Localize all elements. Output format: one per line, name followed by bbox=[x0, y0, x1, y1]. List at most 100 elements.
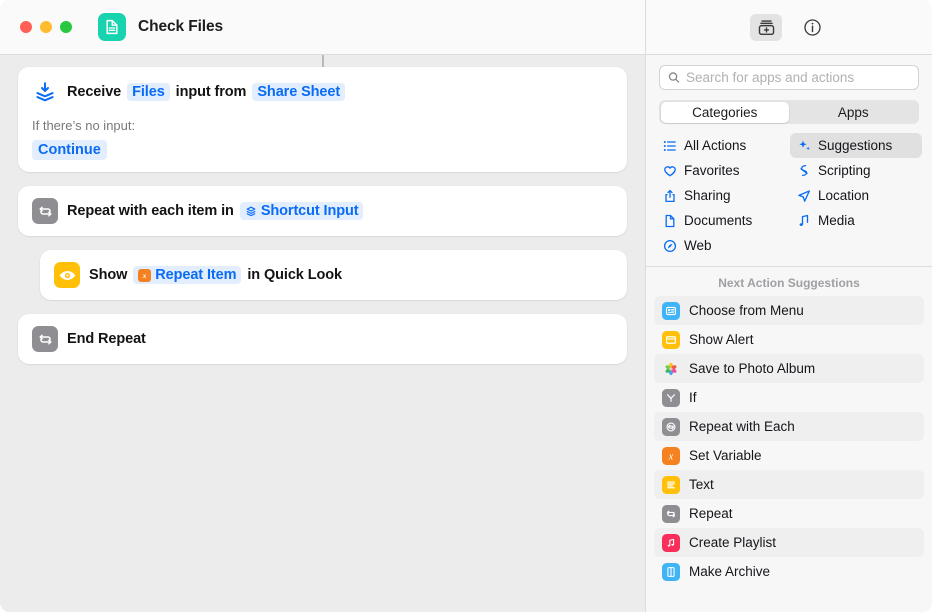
suggestion-label: Create Playlist bbox=[689, 535, 776, 550]
sidebar-item-documents[interactable]: Documents bbox=[656, 208, 788, 233]
svg-text:x: x bbox=[142, 271, 147, 279]
suggestion-label: Repeat with Each bbox=[689, 419, 795, 434]
library-toolbar bbox=[645, 0, 932, 55]
variable-icon: x bbox=[138, 269, 151, 282]
receive-input-action[interactable]: Receive Files input from Share Sheet If … bbox=[18, 67, 627, 172]
category-label: Location bbox=[818, 188, 869, 203]
list-item[interactable]: Text bbox=[654, 470, 924, 499]
shortcut-input-label: Shortcut Input bbox=[261, 203, 359, 219]
close-button[interactable] bbox=[20, 21, 32, 33]
list-item[interactable]: Save to Photo Album bbox=[654, 354, 924, 383]
document-icon bbox=[662, 213, 677, 228]
repeat-item-label: Repeat Item bbox=[155, 267, 236, 283]
repeat-label: Repeat with each item in bbox=[67, 203, 234, 219]
minimize-button[interactable] bbox=[40, 21, 52, 33]
sparkles-icon bbox=[796, 138, 811, 153]
shortcut-input-token[interactable]: Shortcut Input bbox=[240, 202, 364, 220]
category-label: Documents bbox=[684, 213, 752, 228]
shortcut-app-icon bbox=[98, 13, 126, 41]
suggestion-label: If bbox=[689, 390, 697, 405]
suggestion-label: Choose from Menu bbox=[689, 303, 804, 318]
list-item[interactable]: Repeat bbox=[654, 499, 924, 528]
list-item[interactable]: Create Playlist bbox=[654, 528, 924, 557]
quick-look-action[interactable]: Show x Repeat Item in Quick Look bbox=[40, 250, 627, 300]
sidebar-item-all-actions[interactable]: All Actions bbox=[656, 133, 788, 158]
repeat-icon bbox=[662, 418, 680, 436]
search-input[interactable] bbox=[686, 70, 910, 85]
text-icon bbox=[662, 476, 680, 494]
suggestions-header: Next Action Suggestions bbox=[646, 267, 932, 296]
maximize-button[interactable] bbox=[60, 21, 72, 33]
sidebar-item-location[interactable]: Location bbox=[790, 183, 922, 208]
suggestion-label: Text bbox=[689, 477, 714, 492]
shortcut-editor[interactable]: Receive Files input from Share Sheet If … bbox=[0, 55, 645, 612]
if-branch-icon bbox=[662, 389, 680, 407]
receive-label: Receive bbox=[67, 84, 121, 100]
action-library-button[interactable] bbox=[750, 14, 782, 41]
music-note-icon bbox=[796, 213, 811, 228]
repeat-icon bbox=[32, 326, 58, 352]
no-input-label: If there’s no input: bbox=[32, 118, 613, 133]
no-input-value-wrap: Continue bbox=[32, 140, 613, 160]
list-item[interactable]: x Set Variable bbox=[654, 441, 924, 470]
sidebar-item-suggestions[interactable]: Suggestions bbox=[790, 133, 922, 158]
menu-icon bbox=[662, 302, 680, 320]
suggestions-list[interactable]: Choose from Menu Show Alert bbox=[646, 296, 932, 612]
list-item[interactable]: Make Archive bbox=[654, 557, 924, 586]
no-input-value-token[interactable]: Continue bbox=[32, 140, 107, 160]
list-item[interactable]: Choose from Menu bbox=[654, 296, 924, 325]
photos-icon bbox=[662, 360, 680, 378]
suggestion-label: Set Variable bbox=[689, 448, 762, 463]
in-quick-look-label: in Quick Look bbox=[247, 267, 342, 283]
sidebar-item-scripting[interactable]: Scripting bbox=[790, 158, 922, 183]
repeat-with-each-action[interactable]: Repeat with each item in Shortcut Input bbox=[18, 186, 627, 236]
svg-text:x: x bbox=[668, 451, 674, 462]
document-icon bbox=[104, 19, 120, 35]
sidebar-item-media[interactable]: Media bbox=[790, 208, 922, 233]
shortcuts-window: Check Files bbox=[0, 0, 932, 612]
category-label: Media bbox=[818, 213, 855, 228]
sidebar-item-web[interactable]: Web bbox=[656, 233, 788, 258]
category-label: Favorites bbox=[684, 163, 740, 178]
page-title: Check Files bbox=[138, 18, 223, 36]
repeat-icon bbox=[32, 198, 58, 224]
search-container bbox=[646, 55, 932, 90]
search-icon bbox=[668, 71, 680, 84]
receive-input-icon bbox=[32, 79, 58, 105]
info-icon bbox=[803, 18, 822, 37]
sidebar-item-favorites[interactable]: Favorites bbox=[656, 158, 788, 183]
repeat-item-token[interactable]: x Repeat Item bbox=[133, 266, 241, 284]
action-header-row: Show x Repeat Item in Quick Look bbox=[54, 262, 613, 288]
music-icon bbox=[662, 534, 680, 552]
suggestion-label: Make Archive bbox=[689, 564, 770, 579]
category-label: Web bbox=[684, 238, 712, 253]
category-grid: All Actions Suggestions bbox=[646, 133, 932, 267]
window-controls bbox=[0, 21, 72, 33]
quick-look-eye-icon bbox=[54, 262, 80, 288]
suggestion-label: Save to Photo Album bbox=[689, 361, 815, 376]
window-body: Receive Files input from Share Sheet If … bbox=[0, 55, 932, 612]
action-header-row: Receive Files input from Share Sheet bbox=[32, 79, 613, 105]
search-box[interactable] bbox=[659, 65, 919, 90]
library-mode-segmented-control: Categories Apps bbox=[659, 100, 919, 124]
end-repeat-action[interactable]: End Repeat bbox=[18, 314, 627, 364]
heart-icon bbox=[662, 163, 677, 178]
repeat-icon bbox=[662, 505, 680, 523]
alert-icon bbox=[662, 331, 680, 349]
tab-categories[interactable]: Categories bbox=[661, 102, 790, 123]
action-library-sidebar: Categories Apps All Actions bbox=[645, 55, 932, 612]
action-header-row: End Repeat bbox=[32, 326, 613, 352]
list-icon bbox=[662, 138, 677, 153]
category-label: All Actions bbox=[684, 138, 746, 153]
list-item[interactable]: Repeat with Each bbox=[654, 412, 924, 441]
shortcut-details-button[interactable] bbox=[796, 14, 828, 41]
list-item[interactable]: Show Alert bbox=[654, 325, 924, 354]
suggestion-label: Repeat bbox=[689, 506, 733, 521]
tab-apps[interactable]: Apps bbox=[789, 102, 918, 123]
sidebar-item-sharing[interactable]: Sharing bbox=[656, 183, 788, 208]
list-item[interactable]: If bbox=[654, 383, 924, 412]
add-action-icon bbox=[757, 18, 776, 37]
input-source-token[interactable]: Share Sheet bbox=[252, 83, 345, 101]
input-type-token[interactable]: Files bbox=[127, 83, 170, 101]
category-label: Suggestions bbox=[818, 138, 892, 153]
